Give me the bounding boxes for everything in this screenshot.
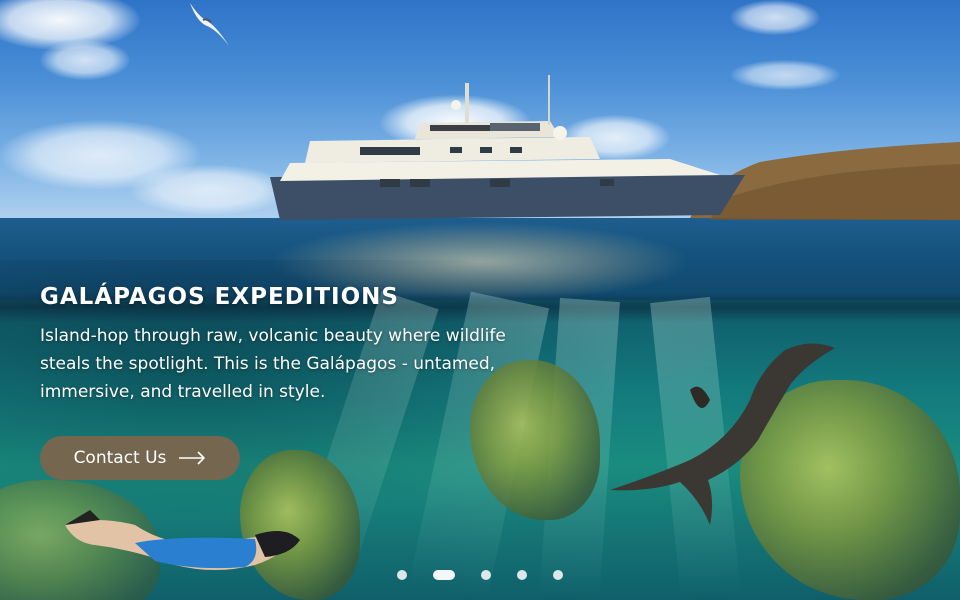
carousel-dot-4[interactable] xyxy=(517,570,527,580)
seagull-icon xyxy=(190,3,229,46)
arrow-right-icon xyxy=(178,451,206,465)
contact-us-label: Contact Us xyxy=(73,448,167,468)
contact-us-button[interactable]: Contact Us xyxy=(40,436,240,480)
hero-banner: GALÁPAGOS EXPEDITIONS Island-hop through… xyxy=(0,0,960,600)
carousel-pagination xyxy=(0,568,960,582)
hero-title: GALÁPAGOS EXPEDITIONS xyxy=(40,284,399,310)
yacht-illustration xyxy=(270,75,745,220)
cloud xyxy=(40,40,130,80)
carousel-dot-5[interactable] xyxy=(553,570,563,580)
carousel-dot-2-active[interactable] xyxy=(433,570,455,580)
hero-description: Island-hop through raw, volcanic beauty … xyxy=(40,326,506,402)
sea-lion-illustration xyxy=(610,343,835,525)
carousel-dot-1[interactable] xyxy=(397,570,407,580)
carousel-dot-3[interactable] xyxy=(481,570,491,580)
hero-content: GALÁPAGOS EXPEDITIONS Island-hop through… xyxy=(40,282,560,406)
cloud xyxy=(730,0,820,35)
